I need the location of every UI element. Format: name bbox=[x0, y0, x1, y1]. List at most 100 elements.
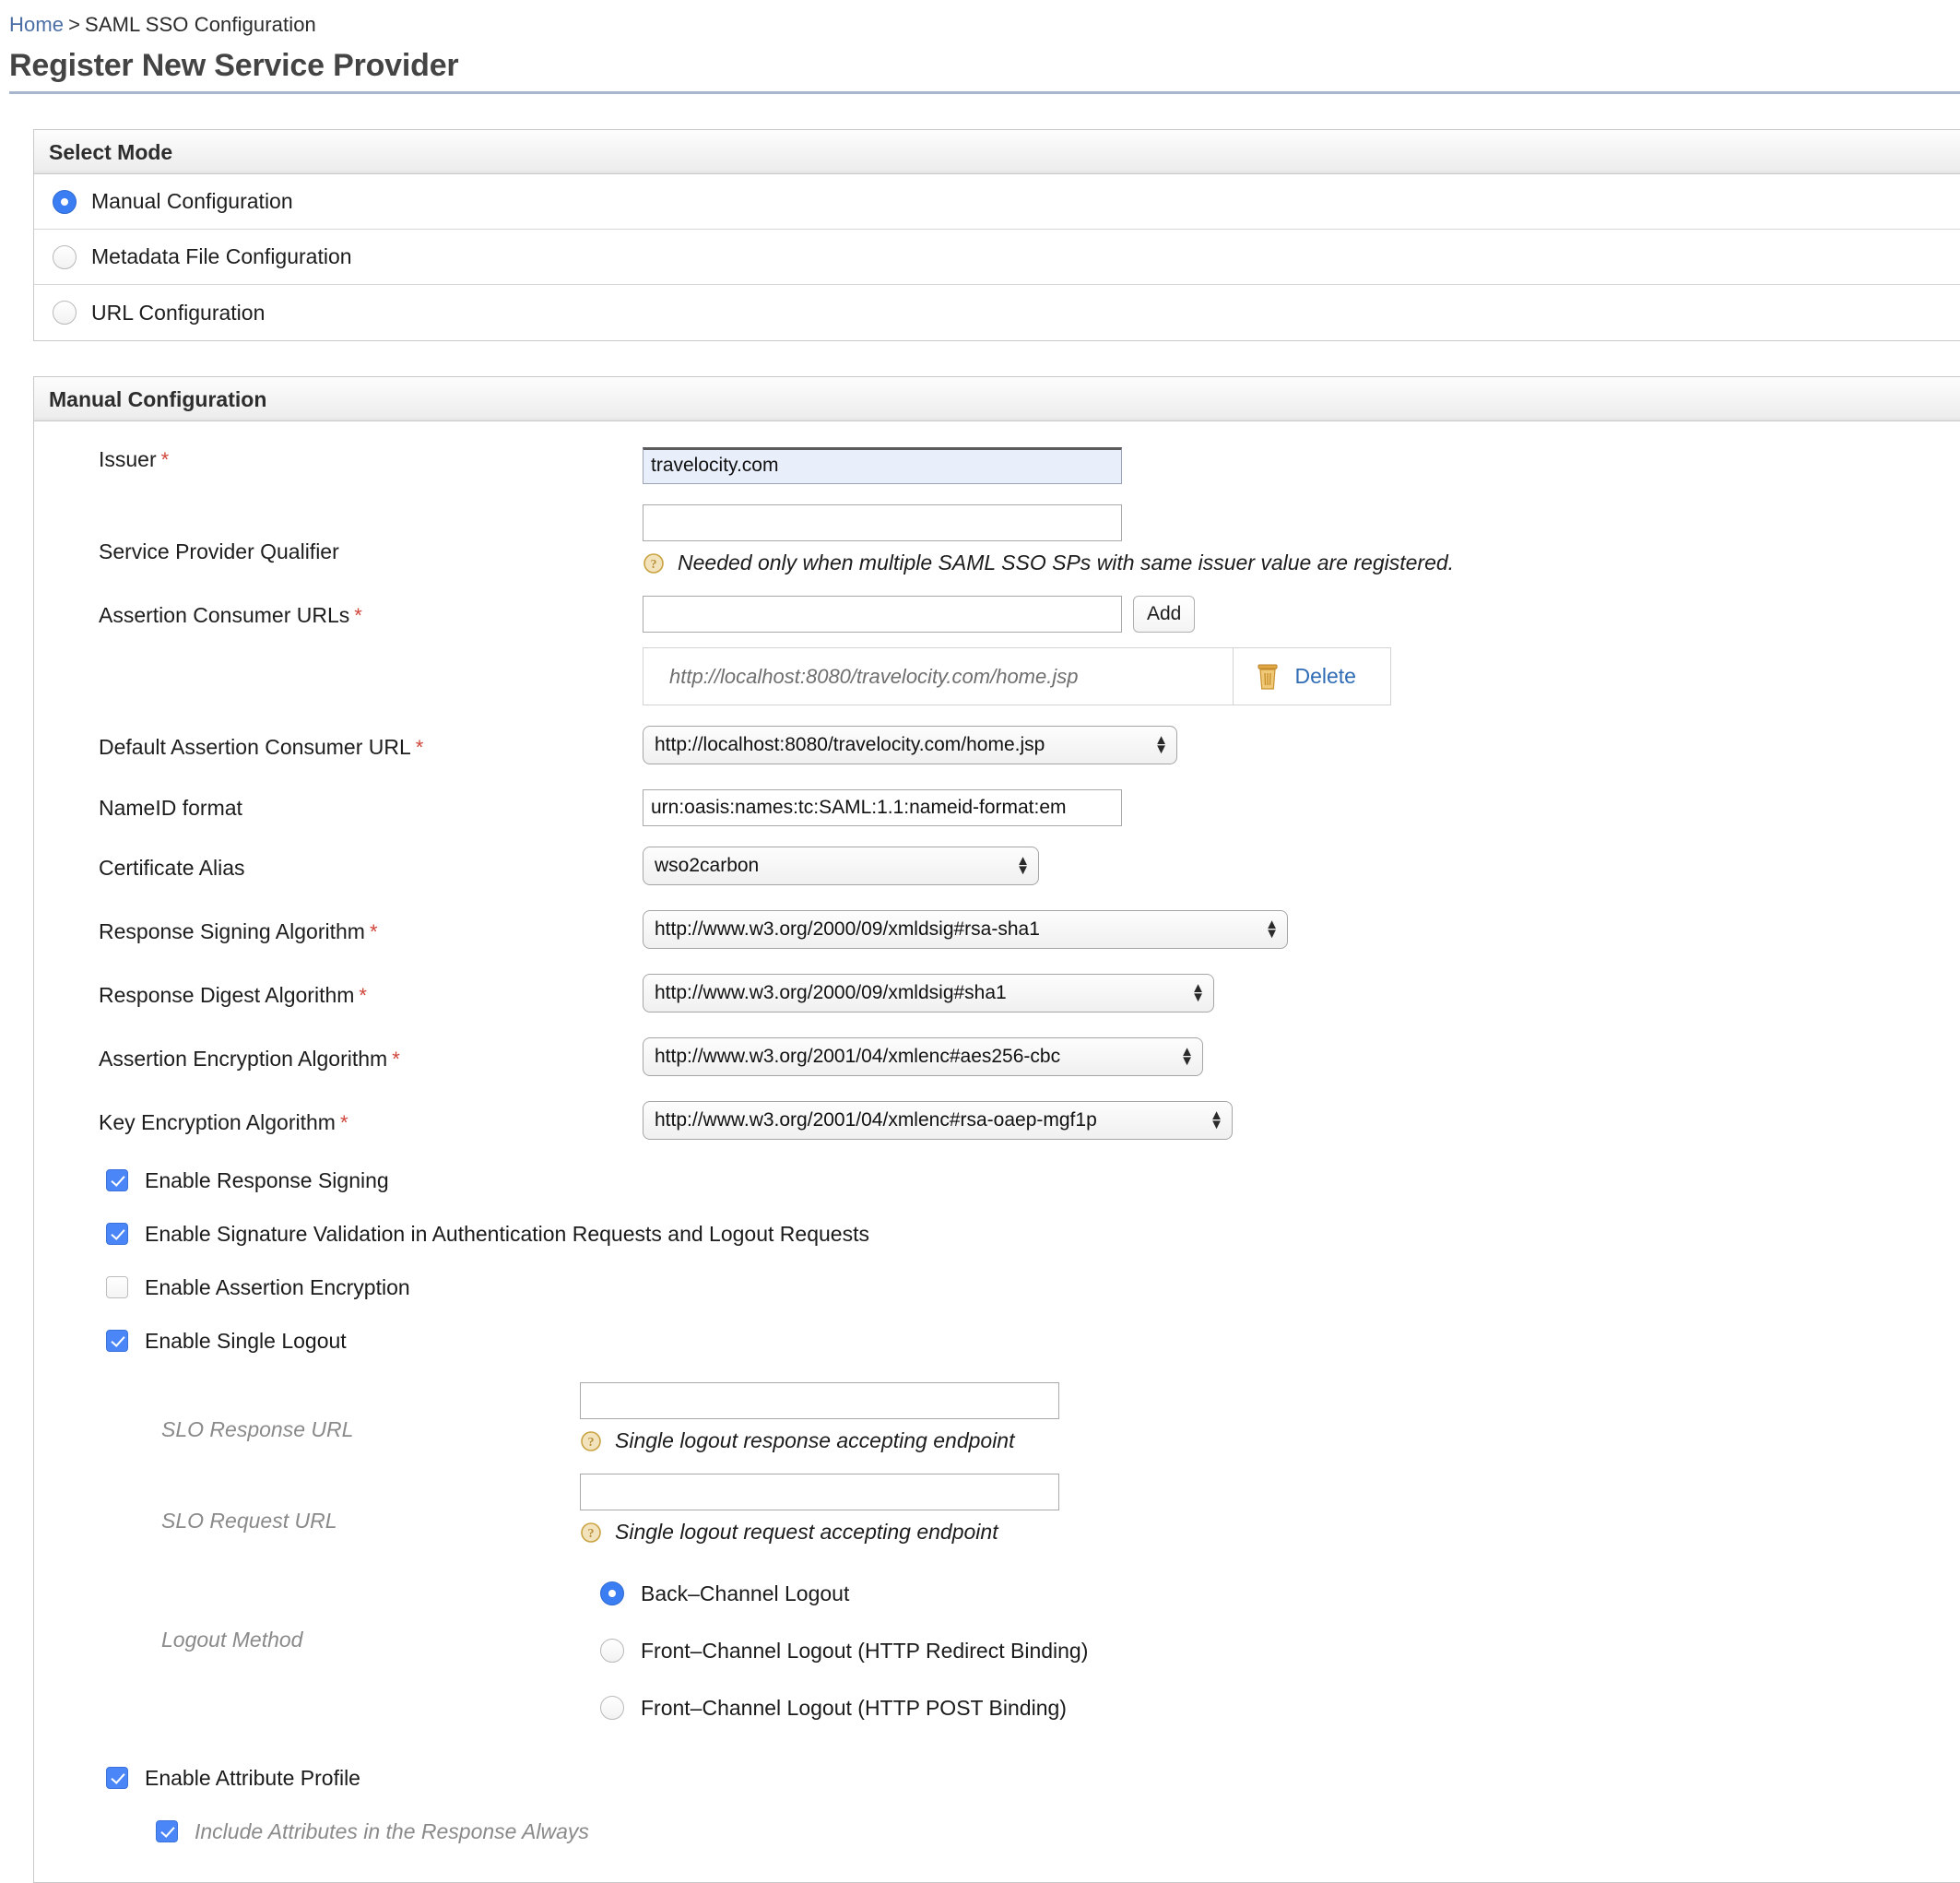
sp-qualifier-hint-text: Needed only when multiple SAML SSO SPs w… bbox=[678, 551, 1455, 574]
checkbox-include-attributes-always-icon[interactable] bbox=[156, 1820, 178, 1842]
assertion-encryption-algorithm-select-value: http://www.w3.org/2001/04/xmlenc#aes256-… bbox=[655, 1046, 1061, 1067]
radio-manual-configuration-icon[interactable] bbox=[53, 189, 77, 214]
assertion-encryption-algorithm-select[interactable]: http://www.w3.org/2001/04/xmlenc#aes256-… bbox=[643, 1037, 1203, 1076]
title-divider bbox=[9, 91, 1960, 94]
slo-request-url-hint: ? Single logout request accepting endpoi… bbox=[580, 1520, 1960, 1545]
mode-option-url-configuration[interactable]: URL Configuration bbox=[34, 285, 1960, 340]
checkbox-enable-attribute-profile[interactable]: Enable Attribute Profile bbox=[34, 1751, 1960, 1805]
field-key-encryption-algorithm-row: Key Encryption Algorithm * http://www.w3.… bbox=[34, 1101, 1960, 1144]
key-encryption-algorithm-select[interactable]: http://www.w3.org/2001/04/xmlenc#rsa-oae… bbox=[643, 1101, 1233, 1140]
field-assertion-consumer-urls-control: Add http://localhost:8080/travelocity.co… bbox=[643, 596, 1960, 705]
help-question-icon: ? bbox=[643, 552, 664, 574]
mode-option-url-configuration-label: URL Configuration bbox=[91, 300, 266, 325]
radio-front-channel-redirect-logout-label: Front–Channel Logout (HTTP Redirect Bind… bbox=[641, 1638, 1089, 1663]
default-acs-select-value: http://localhost:8080/travelocity.com/ho… bbox=[655, 734, 1045, 755]
default-acs-required-marker: * bbox=[415, 736, 424, 759]
radio-front-channel-redirect-logout-icon[interactable] bbox=[600, 1639, 624, 1663]
response-signing-algorithm-label-text: Response Signing Algorithm bbox=[99, 919, 365, 943]
slo-response-url-input[interactable] bbox=[580, 1382, 1059, 1419]
checkbox-enable-response-signing[interactable]: Enable Response Signing bbox=[34, 1154, 1960, 1207]
issuer-required-marker: * bbox=[160, 448, 170, 471]
radio-front-channel-post-logout[interactable]: Front–Channel Logout (HTTP POST Binding) bbox=[600, 1679, 1960, 1736]
checkbox-enable-assertion-encryption[interactable]: Enable Assertion Encryption bbox=[34, 1261, 1960, 1314]
radio-url-configuration-icon[interactable] bbox=[53, 301, 77, 325]
checkbox-enable-response-signing-icon[interactable] bbox=[106, 1169, 128, 1191]
response-signing-algorithm-required-marker: * bbox=[369, 920, 378, 943]
select-mode-panel-body: Manual Configuration Metadata File Confi… bbox=[34, 174, 1960, 340]
field-issuer-label: Issuer * bbox=[34, 447, 643, 472]
response-digest-algorithm-select[interactable]: http://www.w3.org/2000/09/xmldsig#sha1 ▲… bbox=[643, 974, 1214, 1013]
radio-back-channel-logout[interactable]: Back–Channel Logout bbox=[600, 1565, 1960, 1622]
radio-metadata-file-configuration-icon[interactable] bbox=[53, 244, 77, 269]
sp-qualifier-label-text: Service Provider Qualifier bbox=[99, 539, 339, 563]
select-mode-panel-header: Select Mode bbox=[34, 130, 1960, 174]
field-slo-request-url-control: ? Single logout request accepting endpoi… bbox=[580, 1474, 1960, 1545]
assertion-consumer-url-input[interactable] bbox=[643, 596, 1122, 633]
trash-icon bbox=[1257, 664, 1278, 690]
mode-option-metadata-file-configuration[interactable]: Metadata File Configuration bbox=[34, 230, 1960, 285]
slo-request-url-input[interactable] bbox=[580, 1474, 1059, 1510]
certificate-alias-select-value: wso2carbon bbox=[655, 855, 760, 876]
key-encryption-algorithm-select-value: http://www.w3.org/2001/04/xmlenc#rsa-oae… bbox=[655, 1109, 1097, 1131]
assertion-consumer-urls-required-marker: * bbox=[354, 604, 362, 627]
checkbox-enable-attribute-profile-icon[interactable] bbox=[106, 1767, 128, 1789]
response-signing-algorithm-select-value: http://www.w3.org/2000/09/xmldsig#rsa-sh… bbox=[655, 918, 1040, 940]
radio-back-channel-logout-label: Back–Channel Logout bbox=[641, 1581, 850, 1605]
default-acs-label-text: Default Assertion Consumer URL bbox=[99, 735, 411, 759]
certificate-alias-select[interactable]: wso2carbon ▲ ▼ bbox=[643, 847, 1039, 885]
checkbox-enable-assertion-encryption-icon[interactable] bbox=[106, 1276, 128, 1298]
breadcrumb-home-link[interactable]: Home bbox=[9, 13, 64, 36]
issuer-input[interactable]: travelocity.com bbox=[643, 447, 1122, 484]
chevron-updown-icon: ▲ ▼ bbox=[1180, 1044, 1194, 1069]
issuer-label-text: Issuer bbox=[99, 447, 157, 471]
field-response-signing-algorithm-row: Response Signing Algorithm * http://www.w… bbox=[34, 910, 1960, 953]
key-encryption-algorithm-required-marker: * bbox=[339, 1111, 348, 1134]
certificate-alias-label-text: Certificate Alias bbox=[99, 856, 245, 880]
checkbox-enable-signature-validation-icon[interactable] bbox=[106, 1223, 128, 1245]
assertion-consumer-url-delete-cell[interactable]: Delete bbox=[1233, 647, 1391, 705]
field-default-acs-row: Default Assertion Consumer URL * http://l… bbox=[34, 726, 1960, 769]
field-logout-method-label: Logout Method bbox=[34, 1565, 580, 1652]
radio-front-channel-post-logout-icon[interactable] bbox=[600, 1696, 624, 1720]
checkbox-enable-single-logout[interactable]: Enable Single Logout bbox=[34, 1314, 1960, 1368]
checkbox-enable-signature-validation[interactable]: Enable Signature Validation in Authentic… bbox=[34, 1207, 1960, 1261]
field-assertion-consumer-urls-row: Assertion Consumer URLs * Add http://loca… bbox=[34, 596, 1960, 705]
assertion-consumer-url-cell: http://localhost:8080/travelocity.com/ho… bbox=[643, 647, 1234, 705]
checkbox-enable-assertion-encryption-label: Enable Assertion Encryption bbox=[145, 1274, 410, 1299]
mode-option-manual-configuration[interactable]: Manual Configuration bbox=[34, 174, 1960, 230]
checkbox-enable-attribute-profile-label: Enable Attribute Profile bbox=[145, 1765, 360, 1790]
field-issuer-row: Issuer * travelocity.com bbox=[34, 447, 1960, 484]
default-acs-select[interactable]: http://localhost:8080/travelocity.com/ho… bbox=[643, 726, 1177, 764]
radio-front-channel-redirect-logout[interactable]: Front–Channel Logout (HTTP Redirect Bind… bbox=[600, 1622, 1960, 1679]
field-default-acs-control: http://localhost:8080/travelocity.com/ho… bbox=[643, 726, 1960, 769]
field-assertion-consumer-urls-label: Assertion Consumer URLs * bbox=[34, 596, 643, 628]
radio-back-channel-logout-icon[interactable] bbox=[600, 1581, 624, 1605]
chevron-updown-icon: ▲ ▼ bbox=[1265, 917, 1279, 942]
field-response-signing-algorithm-label: Response Signing Algorithm * bbox=[34, 919, 643, 944]
sp-qualifier-input[interactable] bbox=[643, 504, 1122, 541]
slo-response-url-hint-text: Single logout response accepting endpoin… bbox=[615, 1428, 1015, 1452]
checkbox-enable-single-logout-label: Enable Single Logout bbox=[145, 1328, 347, 1353]
nameid-format-label-text: NameID format bbox=[99, 795, 242, 820]
add-assertion-consumer-url-button[interactable]: Add bbox=[1133, 596, 1196, 633]
svg-text:?: ? bbox=[588, 1436, 595, 1450]
breadcrumb-separator: > bbox=[68, 13, 81, 36]
breadcrumb-current: SAML SSO Configuration bbox=[85, 13, 316, 36]
field-default-acs-label: Default Assertion Consumer URL * bbox=[34, 735, 643, 760]
field-slo-response-url-row: SLO Response URL ? Single logout respons… bbox=[34, 1382, 1960, 1453]
field-sp-qualifier-row: Service Provider Qualifier ? Needed only… bbox=[34, 504, 1960, 575]
response-signing-algorithm-select[interactable]: http://www.w3.org/2000/09/xmldsig#rsa-sh… bbox=[643, 910, 1288, 949]
slo-request-url-label-text: SLO Request URL bbox=[161, 1509, 337, 1533]
checkbox-include-attributes-always[interactable]: Include Attributes in the Response Alway… bbox=[34, 1805, 1960, 1858]
checkbox-enable-signature-validation-label: Enable Signature Validation in Authentic… bbox=[145, 1221, 869, 1246]
checkbox-enable-single-logout-icon[interactable] bbox=[106, 1330, 128, 1352]
mode-option-manual-configuration-label: Manual Configuration bbox=[91, 189, 293, 213]
field-issuer-control: travelocity.com bbox=[643, 447, 1960, 484]
nameid-format-input[interactable]: urn:oasis:names:tc:SAML:1.1:nameid-forma… bbox=[643, 789, 1122, 826]
field-assertion-encryption-algorithm-label: Assertion Encryption Algorithm * bbox=[34, 1047, 643, 1072]
field-assertion-encryption-algorithm-row: Assertion Encryption Algorithm * http://w… bbox=[34, 1037, 1960, 1081]
delete-assertion-consumer-url-link[interactable]: Delete bbox=[1294, 664, 1355, 688]
field-key-encryption-algorithm-label: Key Encryption Algorithm * bbox=[34, 1110, 643, 1135]
field-certificate-alias-label: Certificate Alias bbox=[34, 856, 643, 881]
field-nameid-format-control: urn:oasis:names:tc:SAML:1.1:nameid-forma… bbox=[643, 789, 1960, 826]
